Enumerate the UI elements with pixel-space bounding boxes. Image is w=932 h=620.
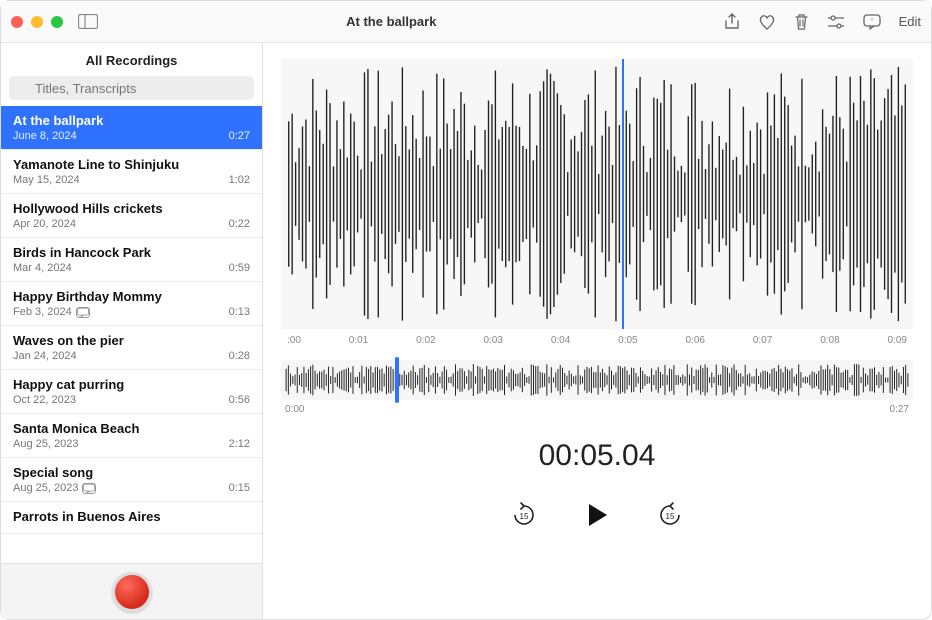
axis-tick: 0:02 xyxy=(416,335,435,346)
axis-tick: 0:01 xyxy=(349,335,368,346)
minimize-window-button[interactable] xyxy=(31,16,43,28)
overview-cursor[interactable] xyxy=(395,357,399,403)
recording-duration: 0:13 xyxy=(229,306,250,318)
titlebar: At the ballpark " Edit xyxy=(1,1,931,43)
sidebar-title: All Recordings xyxy=(1,43,262,76)
recording-duration: 0:56 xyxy=(229,394,250,406)
skip-back-button[interactable]: 15 xyxy=(511,502,537,528)
recording-duration: 0:27 xyxy=(229,130,250,142)
svg-text:": " xyxy=(871,19,873,25)
recording-title: Happy cat purring xyxy=(13,377,250,392)
overview-end-time: 0:27 xyxy=(890,404,909,415)
favorite-icon[interactable] xyxy=(758,14,776,30)
axis-tick: 0:07 xyxy=(753,335,772,346)
recording-title: Birds in Hancock Park xyxy=(13,245,250,260)
recording-date: Feb 3, 2024 xyxy=(13,306,90,318)
axis-tick: 0:04 xyxy=(551,335,570,346)
recording-date: Oct 22, 2023 xyxy=(13,394,76,406)
share-icon[interactable] xyxy=(724,13,740,31)
recording-title: Yamanote Line to Shinjuku xyxy=(13,157,250,172)
recording-item[interactable]: At the ballpark June 8, 2024 0:27 xyxy=(1,106,262,150)
skip-forward-button[interactable]: 15 xyxy=(657,502,683,528)
recording-item[interactable]: Birds in Hancock Park Mar 4, 2024 0:59 xyxy=(1,238,262,282)
toolbar: " Edit xyxy=(724,13,921,31)
recording-item[interactable]: Parrots in Buenos Aires xyxy=(1,502,262,534)
recording-duration: 1:02 xyxy=(229,174,250,186)
recording-date: Mar 4, 2024 xyxy=(13,262,72,274)
settings-sliders-icon[interactable] xyxy=(827,15,845,29)
record-bar xyxy=(1,563,262,619)
axis-tick: 0:08 xyxy=(820,335,839,346)
playhead[interactable] xyxy=(622,59,624,329)
recording-item[interactable]: Yamanote Line to Shinjuku May 15, 2024 1:… xyxy=(1,150,262,194)
recording-title: Waves on the pier xyxy=(13,333,250,348)
recording-duration: 0:22 xyxy=(229,218,250,230)
waveform-overview[interactable] xyxy=(281,360,913,400)
edit-button[interactable]: Edit xyxy=(899,14,921,29)
recording-date: Apr 20, 2024 xyxy=(13,218,76,230)
recording-date: June 8, 2024 xyxy=(13,130,77,142)
waveform-zoomed[interactable] xyxy=(281,59,913,329)
svg-text:15: 15 xyxy=(520,512,529,521)
recording-item[interactable]: Waves on the pier Jan 24, 2024 0:28 xyxy=(1,326,262,370)
recording-duration: 0:59 xyxy=(229,262,250,274)
recording-date: Aug 25, 2023 xyxy=(13,438,78,450)
current-time: 00:05.04 xyxy=(281,439,913,473)
recording-duration: 2:12 xyxy=(229,438,250,450)
transcript-icon[interactable]: " xyxy=(863,14,881,30)
axis-tick: 0:09 xyxy=(888,335,907,346)
window-controls xyxy=(11,16,63,28)
recording-title: Happy Birthday Mommy xyxy=(13,289,250,304)
recording-date: May 15, 2024 xyxy=(13,174,80,186)
recording-title: Hollywood Hills crickets xyxy=(13,201,250,216)
recording-title: At the ballpark xyxy=(13,113,250,128)
play-button[interactable] xyxy=(583,501,611,529)
close-window-button[interactable] xyxy=(11,16,23,28)
axis-tick: 0:03 xyxy=(483,335,502,346)
recordings-list: At the ballpark June 8, 2024 0:27 Yamanote… xyxy=(1,106,262,563)
search-input[interactable] xyxy=(9,76,254,100)
recording-title: Santa Monica Beach xyxy=(13,421,250,436)
record-button[interactable] xyxy=(112,572,152,612)
recording-date: Aug 25, 2023 xyxy=(13,482,96,494)
transcript-badge-icon xyxy=(76,307,90,318)
recording-item[interactable]: Santa Monica Beach Aug 25, 2023 2:12 xyxy=(1,414,262,458)
transcript-badge-icon xyxy=(82,483,96,494)
axis-tick: :00 xyxy=(287,335,301,346)
recording-item[interactable]: Happy Birthday Mommy Feb 3, 2024 0:13 xyxy=(1,282,262,326)
svg-text:15: 15 xyxy=(666,512,675,521)
recording-date: Jan 24, 2024 xyxy=(13,350,77,362)
recording-item[interactable]: Happy cat purring Oct 22, 2023 0:56 xyxy=(1,370,262,414)
axis-tick: 0:05 xyxy=(618,335,637,346)
recording-title: Parrots in Buenos Aires xyxy=(13,509,250,524)
recording-duration: 0:15 xyxy=(229,482,250,494)
axis-tick: 0:06 xyxy=(686,335,705,346)
recording-title: Special song xyxy=(13,465,250,480)
detail-pane: :000:010:020:030:040:050:060:070:080:09 … xyxy=(263,43,931,619)
trash-icon[interactable] xyxy=(794,13,809,30)
recording-item[interactable]: Hollywood Hills crickets Apr 20, 2024 0:2… xyxy=(1,194,262,238)
sidebar: All Recordings At the ballpark June 8, 20… xyxy=(1,43,263,619)
recording-item[interactable]: Special song Aug 25, 2023 0:15 xyxy=(1,458,262,502)
window-title: At the ballpark xyxy=(59,14,724,29)
playback-controls: 15 15 xyxy=(281,501,913,529)
time-axis: :00 0:01 0:02 0:03 0:04 0:05 0:06 0:07 0:08 0:09 xyxy=(281,329,913,360)
overview-start-time: 0:00 xyxy=(285,404,304,415)
recording-duration: 0:28 xyxy=(229,350,250,362)
